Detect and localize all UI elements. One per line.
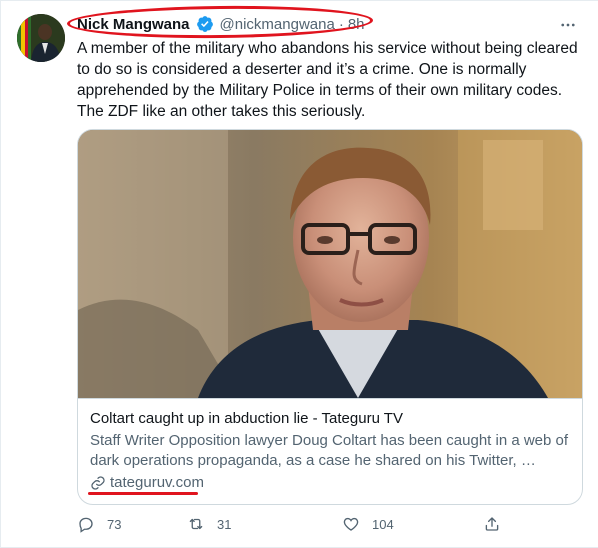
more-horizontal-icon[interactable] <box>558 15 578 35</box>
verified-badge-icon <box>196 15 214 33</box>
card-link[interactable]: tateguruv.com <box>90 473 204 493</box>
link-card[interactable]: Coltart caught up in abduction lie - Tat… <box>77 129 583 505</box>
reply-icon <box>77 515 95 533</box>
tweet-actions: 73 31 104 <box>77 515 517 537</box>
tweet-text: A member of the military who abandons hi… <box>77 40 578 120</box>
heart-icon <box>342 515 360 533</box>
retweet-count: 31 <box>217 516 232 532</box>
like-count: 104 <box>372 516 394 532</box>
like-button[interactable]: 104 <box>342 515 394 533</box>
card-link-text[interactable]: tateguruv.com <box>110 473 204 493</box>
card-image[interactable] <box>78 130 582 398</box>
share-icon <box>483 515 501 533</box>
author-handle[interactable]: @nickmangwana <box>220 16 335 33</box>
separator-dot: · <box>338 15 344 33</box>
share-button[interactable] <box>483 515 501 533</box>
card-meta[interactable]: Coltart caught up in abduction lie - Tat… <box>78 398 582 503</box>
card-title[interactable]: Coltart caught up in abduction lie - Tat… <box>90 409 570 429</box>
retweet-button[interactable]: 31 <box>187 515 231 533</box>
reply-count: 73 <box>107 516 122 532</box>
avatar[interactable] <box>17 14 65 62</box>
card-description: Staff Writer Opposition lawyer Doug Colt… <box>90 432 569 469</box>
tweet[interactable]: Nick Mangwana @nickmangwana · 8h A membe… <box>0 0 598 548</box>
link-icon <box>90 475 106 491</box>
author-name[interactable]: Nick Mangwana <box>77 16 190 33</box>
reply-button[interactable]: 73 <box>77 515 121 533</box>
tweet-header: Nick Mangwana @nickmangwana · 8h <box>77 13 365 35</box>
retweet-icon <box>187 515 205 533</box>
red-annotation-underline <box>88 492 198 495</box>
tweet-timestamp[interactable]: 8h <box>348 16 365 33</box>
